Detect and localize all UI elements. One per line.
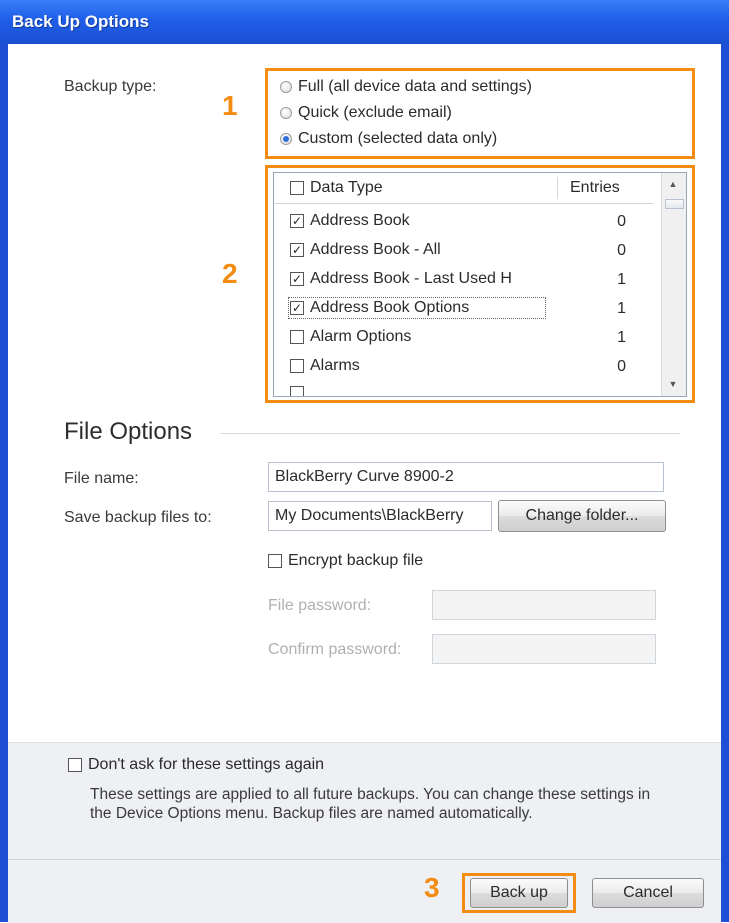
encrypt-option[interactable]: Encrypt backup file bbox=[268, 552, 423, 570]
list-item-checkbox[interactable] bbox=[290, 386, 304, 396]
file-name-field[interactable]: BlackBerry Curve 8900-2 bbox=[268, 462, 664, 492]
dont-ask-label: Don't ask for these settings again bbox=[88, 756, 325, 773]
file-name-label: File name: bbox=[64, 470, 139, 487]
cancel-button[interactable]: Cancel bbox=[592, 878, 704, 908]
backup-options-window: Back Up Options Backup type: 1 Full (all… bbox=[0, 0, 729, 923]
list-item-checkbox[interactable]: ✓ bbox=[290, 272, 304, 286]
list-item-name: Alarm Options bbox=[290, 328, 546, 346]
list-item-label: Alarms bbox=[310, 357, 360, 374]
list-item[interactable]: Alarms 0 bbox=[274, 352, 654, 381]
dont-ask-checkbox[interactable] bbox=[68, 758, 82, 772]
change-folder-button[interactable]: Change folder... bbox=[498, 500, 666, 532]
list-item-name: ✓ Address Book - All bbox=[290, 241, 546, 259]
save-to-label: Save backup files to: bbox=[64, 509, 212, 526]
footer-divider bbox=[8, 859, 721, 860]
data-type-list[interactable]: Data Type Entries ✓ Address Book 0 ✓ Add… bbox=[273, 172, 687, 397]
header-separator[interactable] bbox=[557, 177, 558, 199]
save-to-field[interactable]: My Documents\BlackBerry bbox=[268, 501, 492, 531]
radio-full-button[interactable] bbox=[280, 81, 292, 93]
header-data-type[interactable]: Data Type bbox=[290, 173, 383, 203]
backup-type-highlight: Full (all device data and settings) Quic… bbox=[265, 68, 695, 159]
file-options-rule bbox=[220, 433, 680, 434]
step-3-marker: 3 bbox=[424, 872, 440, 903]
encrypt-label: Encrypt backup file bbox=[288, 552, 424, 569]
list-item-entries: 0 bbox=[617, 358, 626, 375]
list-item-checkbox[interactable]: ✓ bbox=[290, 243, 304, 257]
list-item[interactable]: Alarm Options 1 bbox=[274, 323, 654, 352]
file-options-title: File Options bbox=[64, 418, 193, 445]
backup-type-label: Backup type: bbox=[64, 78, 157, 95]
select-all-checkbox[interactable] bbox=[290, 181, 304, 195]
title-bar[interactable]: Back Up Options bbox=[0, 0, 729, 44]
step-1-marker: 1 bbox=[222, 90, 238, 121]
radio-custom-button[interactable] bbox=[280, 133, 292, 145]
list-item[interactable]: ✓ Address Book - All 0 bbox=[274, 236, 654, 265]
settings-note: These settings are applied to all future… bbox=[90, 786, 651, 822]
list-item-label: Address Book - All bbox=[310, 241, 441, 258]
file-password-field[interactable] bbox=[432, 590, 656, 620]
radio-quick[interactable]: Quick (exclude email) bbox=[280, 101, 452, 125]
list-item-label: Address Book Options bbox=[310, 299, 470, 316]
list-item-name: ✓ Address Book Options bbox=[288, 297, 546, 319]
header-entries[interactable]: Entries bbox=[570, 173, 620, 203]
radio-full[interactable]: Full (all device data and settings) bbox=[280, 75, 532, 99]
list-item-label: Address Book bbox=[310, 212, 410, 229]
list-item-name: ✓ Address Book bbox=[290, 212, 546, 230]
header-entries-label: Entries bbox=[570, 179, 620, 196]
radio-quick-button[interactable] bbox=[280, 107, 292, 119]
list-item-partial[interactable] bbox=[274, 381, 654, 396]
list-item-entries: 1 bbox=[617, 271, 626, 288]
list-item[interactable]: ✓ Address Book - Last Used H 1 bbox=[274, 265, 654, 294]
scroll-up-arrow-icon[interactable]: ▲ bbox=[667, 179, 679, 189]
list-item-checkbox[interactable] bbox=[290, 359, 304, 373]
list-item-name: ✓ Address Book - Last Used H bbox=[290, 270, 546, 288]
list-item-checkbox[interactable] bbox=[290, 330, 304, 344]
list-item-label: Alarm Options bbox=[310, 328, 412, 345]
list-item-entries: 1 bbox=[617, 329, 626, 346]
list-item-checkbox[interactable]: ✓ bbox=[290, 301, 304, 315]
list-item-name: Alarms bbox=[290, 357, 546, 375]
list-item-entries: 1 bbox=[617, 300, 626, 317]
list-item[interactable]: ✓ Address Book Options 1 bbox=[274, 294, 654, 323]
confirm-password-label: Confirm password: bbox=[268, 641, 402, 658]
radio-full-label: Full (all device data and settings) bbox=[298, 78, 532, 95]
dont-ask-option[interactable]: Don't ask for these settings again bbox=[68, 756, 324, 774]
list-scrollbar[interactable]: ▲ ▼ bbox=[661, 173, 686, 396]
list-item[interactable]: ✓ Address Book 0 bbox=[274, 207, 654, 236]
dialog-body: Backup type: 1 Full (all device data and… bbox=[8, 44, 721, 923]
list-item-label: Address Book - Last Used H bbox=[310, 270, 512, 287]
header-data-type-label: Data Type bbox=[310, 179, 383, 196]
encrypt-checkbox[interactable] bbox=[268, 554, 282, 568]
list-item-entries: 0 bbox=[617, 213, 626, 230]
scroll-down-arrow-icon[interactable]: ▼ bbox=[667, 379, 679, 389]
list-item-checkbox[interactable]: ✓ bbox=[290, 214, 304, 228]
radio-quick-label: Quick (exclude email) bbox=[298, 104, 452, 121]
data-type-list-header: Data Type Entries bbox=[274, 173, 654, 204]
step-2-marker: 2 bbox=[222, 258, 238, 289]
radio-custom-label: Custom (selected data only) bbox=[298, 130, 498, 147]
radio-custom[interactable]: Custom (selected data only) bbox=[280, 127, 497, 151]
file-password-label: File password: bbox=[268, 597, 372, 614]
confirm-password-field[interactable] bbox=[432, 634, 656, 664]
list-item-entries: 0 bbox=[617, 242, 626, 259]
back-up-button[interactable]: Back up bbox=[470, 878, 568, 908]
window-title: Back Up Options bbox=[12, 12, 149, 31]
list-item-name bbox=[290, 386, 546, 396]
scroll-thumb[interactable] bbox=[665, 199, 684, 209]
